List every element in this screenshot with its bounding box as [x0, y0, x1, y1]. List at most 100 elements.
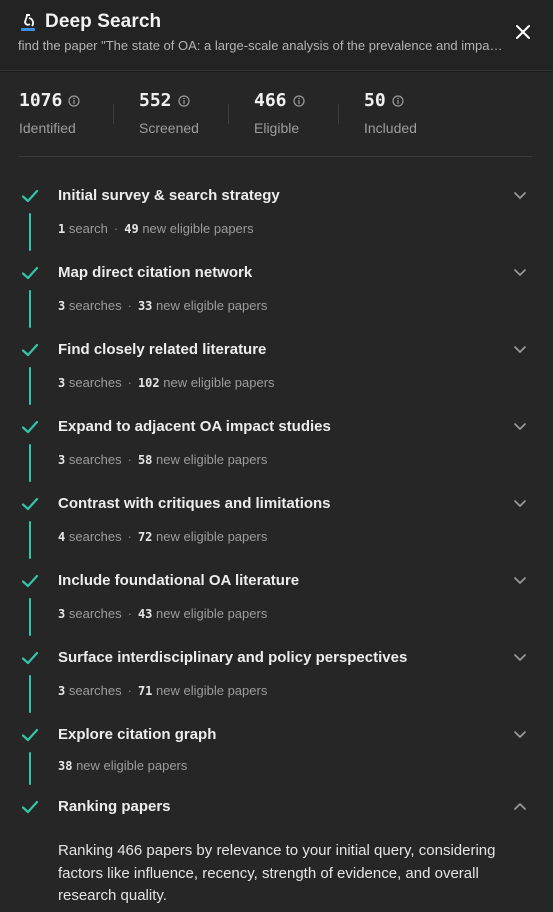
step-meta: 3 searches · 43 new eligible papers	[58, 606, 267, 621]
step-title[interactable]: Initial survey & search strategy	[58, 187, 280, 204]
stat-value: 466	[254, 90, 287, 111]
paper-unit: new eligible papers	[156, 452, 268, 467]
timeline-line	[29, 752, 31, 785]
timeline-line	[29, 290, 31, 328]
stat-value: 552	[139, 90, 172, 111]
info-icon[interactable]	[177, 94, 190, 107]
check-icon	[21, 574, 39, 588]
step-meta: 1 search · 49 new eligible papers	[58, 221, 254, 236]
timeline-line	[29, 213, 31, 251]
paper-count: 38	[58, 759, 73, 773]
paper-count: 72	[137, 530, 153, 544]
paper-unit: new eligible papers	[156, 298, 268, 313]
search-unit: searches	[68, 375, 122, 390]
step-meta: 3 searches · 71 new eligible papers	[58, 683, 267, 698]
search-unit: searches	[68, 529, 122, 544]
step-title[interactable]: Map direct citation network	[58, 264, 252, 281]
chevron-down-icon[interactable]	[513, 730, 527, 739]
timeline-line	[29, 521, 31, 559]
paper-unit: new eligible papers	[142, 221, 254, 236]
paper-unit: new eligible papers	[156, 529, 268, 544]
step-title[interactable]: Include foundational OA literature	[58, 572, 299, 589]
stat-value: 50	[364, 90, 386, 111]
step-title[interactable]: Find closely related literature	[58, 341, 266, 358]
check-icon	[21, 189, 39, 203]
search-count: 1	[58, 222, 66, 236]
info-icon[interactable]	[68, 94, 80, 107]
chevron-down-icon[interactable]	[513, 268, 527, 277]
stat-identified: 1076 Identified	[19, 90, 113, 140]
microscope-icon	[21, 14, 35, 31]
paper-unit: new eligible papers	[156, 606, 268, 621]
chevron-down-icon[interactable]	[513, 653, 527, 662]
stat-screened: 552 Screened	[114, 90, 228, 140]
search-unit: searches	[68, 452, 122, 467]
close-icon[interactable]	[514, 23, 532, 41]
timeline-line	[29, 444, 31, 482]
separator: ·	[127, 606, 132, 621]
stat-label: Included	[364, 120, 417, 136]
stat-label: Eligible	[254, 120, 300, 136]
paper-count: 49	[124, 222, 139, 236]
panel-title: Deep Search	[45, 11, 162, 32]
search-count: 3	[58, 684, 66, 698]
separator: ·	[127, 529, 132, 544]
check-icon	[21, 420, 39, 434]
info-icon[interactable]	[392, 94, 404, 107]
check-icon	[21, 800, 39, 814]
separator: ·	[127, 298, 132, 313]
stat-value: 1076	[19, 90, 63, 111]
step-meta: 3 searches · 33 new eligible papers	[58, 298, 267, 313]
stat-eligible: 466 Eligible	[229, 90, 338, 140]
separator: ·	[127, 375, 132, 390]
chevron-down-icon[interactable]	[513, 499, 527, 508]
search-count: 4	[58, 530, 66, 544]
search-unit: searches	[68, 683, 122, 698]
search-unit: searches	[68, 606, 122, 621]
chevron-up-icon[interactable]	[513, 802, 527, 811]
step-title[interactable]: Expand to adjacent OA impact studies	[58, 418, 331, 435]
chevron-down-icon[interactable]	[513, 576, 527, 585]
paper-unit: new eligible papers	[163, 375, 275, 390]
paper-count: 33	[137, 299, 153, 313]
header: Deep Search find the paper "The state of…	[0, 0, 553, 71]
step-title[interactable]: Contrast with critiques and limitations	[58, 495, 331, 512]
step-meta: 3 searches · 102 new eligible papers	[58, 375, 275, 390]
stats-row: 1076 Identified 552 Screened 466 Eligibl…	[19, 90, 449, 140]
check-icon	[21, 497, 39, 511]
chevron-down-icon[interactable]	[513, 422, 527, 431]
timeline-line	[29, 675, 31, 713]
paper-count: 43	[137, 607, 153, 621]
stat-label: Screened	[139, 120, 199, 136]
query-subtitle: find the paper "The state of OA: a large…	[18, 38, 508, 53]
check-icon	[21, 651, 39, 665]
step-title[interactable]: Explore citation graph	[58, 726, 216, 743]
check-icon	[21, 728, 39, 742]
divider	[18, 156, 532, 157]
step-meta: 3 searches · 58 new eligible papers	[58, 452, 267, 467]
info-icon[interactable]	[292, 94, 305, 107]
step-title[interactable]: Surface interdisciplinary and policy per…	[58, 649, 407, 666]
scroll-fade	[0, 904, 553, 912]
step-meta: 38 new eligible papers	[58, 758, 187, 773]
ranking-description: Ranking 466 papers by relevance to your …	[58, 842, 496, 904]
paper-unit: new eligible papers	[156, 683, 268, 698]
stat-included: 50 Included	[339, 90, 449, 140]
separator: ·	[127, 452, 132, 467]
search-count: 3	[58, 376, 66, 390]
stat-label: Identified	[19, 120, 76, 136]
paper-count: 102	[137, 376, 160, 390]
chevron-down-icon[interactable]	[513, 345, 527, 354]
timeline-line	[29, 367, 31, 405]
chevron-down-icon[interactable]	[513, 191, 527, 200]
step-meta: 4 searches · 72 new eligible papers	[58, 529, 267, 544]
check-icon	[21, 266, 39, 280]
check-icon	[21, 343, 39, 357]
search-count: 3	[58, 453, 66, 467]
search-unit: search	[68, 221, 108, 236]
paper-count: 71	[137, 684, 153, 698]
separator: ·	[127, 683, 132, 698]
paper-count: 58	[137, 453, 153, 467]
paper-unit: new eligible papers	[76, 758, 188, 773]
step-title[interactable]: Ranking papers	[58, 798, 171, 815]
